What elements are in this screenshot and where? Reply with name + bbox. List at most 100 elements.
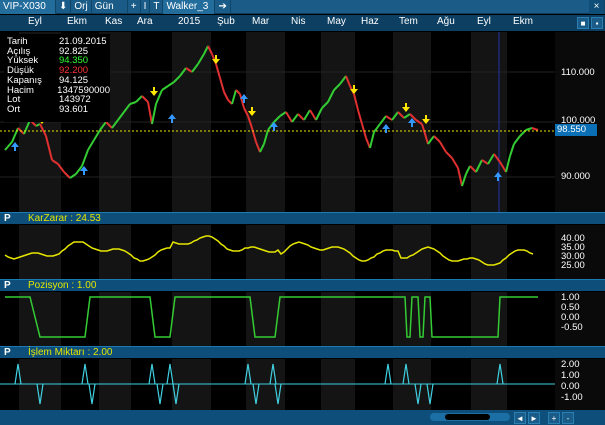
download-button[interactable]: ⬇ <box>56 0 72 14</box>
scroll-right-button[interactable]: ► <box>528 412 540 424</box>
month-band <box>19 225 61 279</box>
buy-arrow-icon <box>11 142 19 151</box>
sell-arrow-icon <box>150 87 158 96</box>
zoom-in-icon: + <box>551 413 557 423</box>
time-axis: Eyl Ekm Kas Ara 2015 Şub Mar Nis May Haz… <box>0 15 555 31</box>
price-segment <box>451 157 459 169</box>
window-controls: ■ ▪ <box>555 15 605 31</box>
close-icon: × <box>593 1 600 12</box>
islem-panel[interactable] <box>0 359 555 410</box>
panel-p-label: P <box>4 213 11 224</box>
text-tool-button[interactable]: T <box>150 0 164 14</box>
price-segment <box>445 151 453 159</box>
price-segment <box>135 95 143 103</box>
price-segment <box>525 127 533 131</box>
karzarar-axis: 40.00 35.00 30.00 25.00 <box>555 225 605 279</box>
right-arrow-icon: ➔ <box>218 1 227 12</box>
price-segment <box>219 77 225 93</box>
month-band <box>19 292 61 346</box>
down-arrow-icon: ⬇ <box>59 1 68 12</box>
price-segment <box>4 141 13 151</box>
price-segment <box>433 135 441 143</box>
close-button[interactable]: × <box>589 0 605 14</box>
month-label: Ekm <box>67 16 87 27</box>
cursor-icon: I <box>143 1 147 12</box>
strategy-selector[interactable]: Walker_3 <box>163 0 216 14</box>
month-label: Ekm <box>513 16 533 27</box>
price-segment <box>11 127 19 143</box>
zoom-out-icon: - <box>566 413 570 423</box>
pozisyon-panel[interactable] <box>0 292 555 346</box>
month-label: Eyl <box>28 16 42 27</box>
price-segment <box>161 85 169 91</box>
info-box: Tarih 21.09.2015 Açılış 92.825 Yüksek 94.35… <box>4 34 110 122</box>
islem-spike <box>384 363 392 385</box>
month-label: May <box>327 16 346 27</box>
toolbar: VIP-X030 ⬇ Orj Gün + I T Walker_3 ➔ × <box>0 0 605 14</box>
price-segment <box>151 103 157 125</box>
period-selector[interactable]: Gün <box>92 0 128 14</box>
panel-p-label: P <box>4 347 11 358</box>
islem-tick: 1.00 <box>561 370 580 381</box>
pozisyon-header[interactable]: P Pozisyon : 1.00 <box>0 279 605 291</box>
month-band <box>172 292 211 346</box>
karzarar-panel[interactable] <box>0 225 555 279</box>
month-band <box>471 225 507 279</box>
month-label: Tem <box>399 16 418 27</box>
zoom-icon: ▪ <box>595 18 599 28</box>
month-band <box>471 292 507 346</box>
symbol-selector[interactable]: VIP-X030 <box>0 0 56 14</box>
text-tool-icon: T <box>153 1 160 12</box>
price-segment <box>439 141 447 153</box>
run-button[interactable]: ➔ <box>215 0 231 14</box>
price-segment <box>369 131 375 149</box>
chevron-right-icon: ► <box>530 413 538 423</box>
month-label: Nis <box>291 16 306 27</box>
islem-tick: 0.00 <box>561 381 580 392</box>
panel-p-label: P <box>4 280 11 291</box>
price-segment <box>231 89 237 105</box>
price-segment <box>297 113 305 121</box>
last-price-tag: 98.550 <box>555 124 597 136</box>
settings-icon: ■ <box>580 18 586 28</box>
info-value: 93.601 <box>59 103 89 115</box>
month-label: Eyl <box>477 16 491 27</box>
price-segment <box>309 109 317 121</box>
month-label: 2015 <box>178 16 201 27</box>
period-label: Gün <box>94 1 114 12</box>
settings-button[interactable]: ■ <box>577 17 589 29</box>
price-segment <box>223 91 229 101</box>
plus-icon: + <box>130 1 137 12</box>
month-label: Ağu <box>437 16 455 27</box>
price-segment <box>531 127 539 131</box>
orj-label: Orj <box>74 1 88 12</box>
price-segment <box>509 143 515 157</box>
price-segment <box>87 139 95 151</box>
islem-title: İşlem Miktarı : 2.00 <box>28 347 113 358</box>
info-row: Ort 93.601 <box>7 105 110 115</box>
month-label: Ara <box>137 16 153 27</box>
scrollbar-thumb[interactable] <box>445 414 490 420</box>
price-segment <box>215 63 221 79</box>
islem-axis: 2.00 1.00 0.00 -1.00 <box>555 359 605 410</box>
zoom-out-button[interactable]: - <box>562 412 574 424</box>
zoom-in-button[interactable]: + <box>548 412 560 424</box>
zoom-button[interactable]: ▪ <box>591 17 603 29</box>
cursor-button[interactable]: I <box>141 0 151 14</box>
islem-tick: 2.00 <box>561 359 580 370</box>
karzarar-header[interactable]: P KarZarar : 24.53 <box>0 212 605 224</box>
scroll-left-button[interactable]: ◄ <box>514 412 526 424</box>
karzarar-chart <box>4 225 534 279</box>
price-segment <box>513 135 521 145</box>
price-segment <box>141 95 149 103</box>
islem-header[interactable]: P İşlem Miktarı : 2.00 <box>0 346 605 358</box>
add-button[interactable]: + <box>128 0 141 14</box>
orj-button[interactable]: Orj <box>71 0 92 14</box>
price-tick: 110.000 <box>561 67 595 78</box>
price-segment <box>235 89 241 95</box>
month-band <box>172 225 211 279</box>
price-axis: 110.000 100.000 90.000 <box>555 32 605 212</box>
month-label: Haz <box>361 16 379 27</box>
buy-arrow-icon <box>382 124 390 133</box>
islem-spike <box>81 363 89 385</box>
